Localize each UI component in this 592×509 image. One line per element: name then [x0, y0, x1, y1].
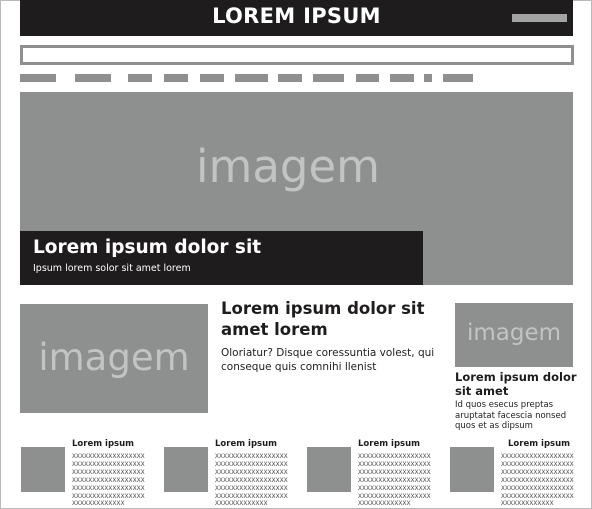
card-title-2[interactable]: Lorem ipsum — [215, 439, 277, 449]
card-thumbnail-1[interactable] — [21, 447, 65, 492]
hero-caption[interactable]: Lorem ipsum dolor sit Ipsum lorem solor … — [20, 231, 423, 285]
nav-item-9[interactable] — [356, 74, 379, 82]
featured-image-placeholder: imagem — [38, 336, 190, 379]
card-title-4[interactable]: Lorem ipsum — [508, 439, 570, 449]
card-text-2: XXXXXXXXXXXXXXXXXXXXXXXXXXXXXXXXXXXXXXXX… — [215, 452, 288, 508]
card-thumbnail-2[interactable] — [164, 447, 208, 492]
nav-item-6[interactable] — [235, 74, 268, 82]
card-title-1[interactable]: Lorem ipsum — [72, 439, 134, 449]
nav-item-12[interactable] — [443, 74, 473, 82]
sidebar-story-image[interactable]: imagem — [455, 303, 573, 367]
card-thumbnail-3[interactable] — [307, 447, 351, 492]
featured-image[interactable]: imagem — [20, 304, 208, 413]
card-text-3: XXXXXXXXXXXXXXXXXXXXXXXXXXXXXXXXXXXXXXXX… — [358, 452, 431, 508]
nav-item-11[interactable] — [424, 74, 432, 82]
hero-image-placeholder: imagem — [196, 140, 380, 193]
nav-item-8[interactable] — [313, 74, 344, 82]
card-text-1: XXXXXXXXXXXXXXXXXXXXXXXXXXXXXXXXXXXXXXXX… — [72, 452, 145, 508]
sidebar-story-body: Id quos esecus preptas aruptatat facesci… — [455, 400, 567, 431]
menu-bar-icon[interactable] — [512, 14, 567, 22]
nav-item-7[interactable] — [278, 74, 302, 82]
featured-body: Oloriatur? Disque coressuntia volest, qu… — [221, 347, 435, 373]
site-header: LOREM IPSUM — [20, 0, 573, 36]
search-input[interactable] — [20, 45, 574, 65]
nav-item-2[interactable] — [75, 74, 111, 82]
hero-subtitle: Ipsum lorem solor sit amet lorem — [33, 263, 191, 274]
nav-item-5[interactable] — [200, 74, 224, 82]
nav-item-1[interactable] — [20, 74, 56, 82]
site-title[interactable]: LOREM IPSUM — [20, 4, 573, 28]
nav-item-10[interactable] — [390, 74, 414, 82]
featured-title[interactable]: Lorem ipsum dolor sit amet lorem — [221, 298, 451, 340]
hero-title[interactable]: Lorem ipsum dolor sit — [33, 237, 261, 258]
card-title-3[interactable]: Lorem ipsum — [358, 439, 420, 449]
nav-item-3[interactable] — [128, 74, 152, 82]
sidebar-story-title[interactable]: Lorem ipsum dolor sit amet — [455, 370, 585, 398]
card-thumbnail-4[interactable] — [450, 447, 494, 492]
card-text-4: XXXXXXXXXXXXXXXXXXXXXXXXXXXXXXXXXXXXXXXX… — [501, 452, 574, 508]
sidebar-story-image-placeholder: imagem — [466, 320, 562, 346]
nav-item-4[interactable] — [164, 74, 188, 82]
